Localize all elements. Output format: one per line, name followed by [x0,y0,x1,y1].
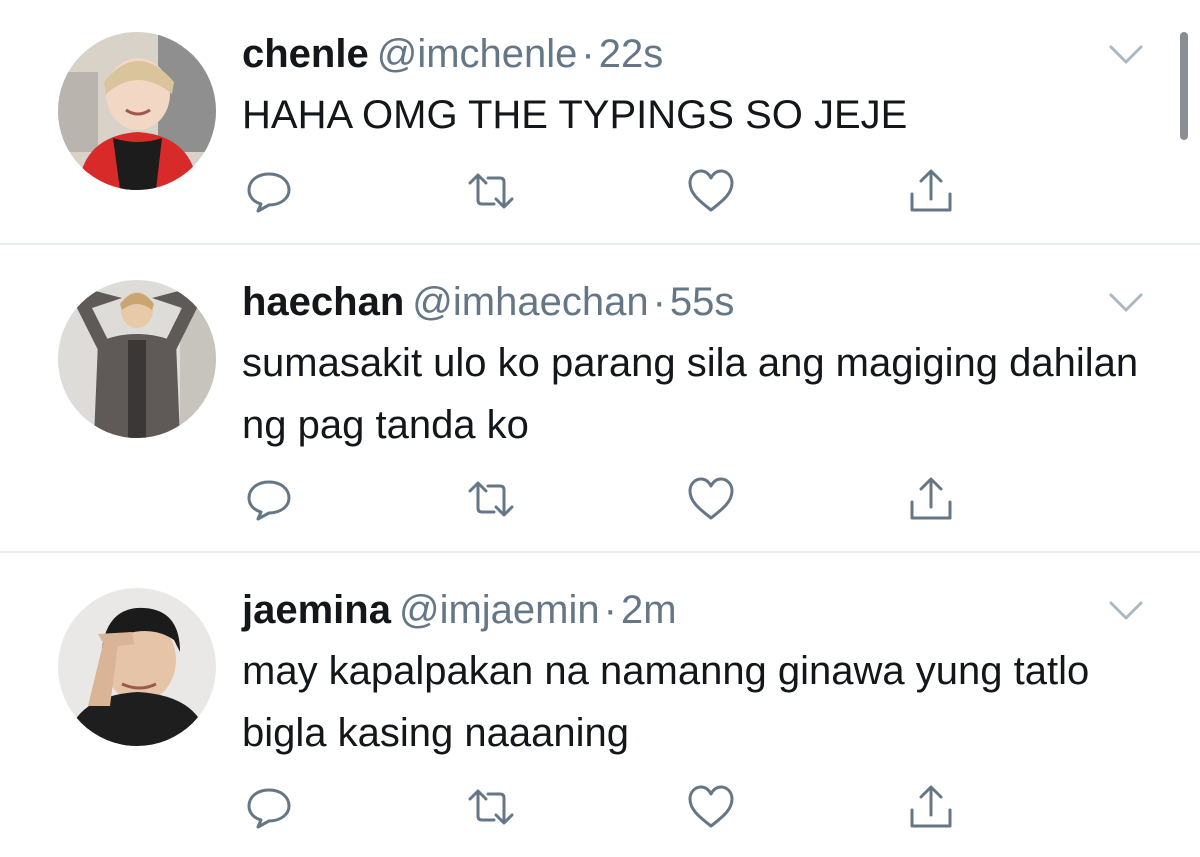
like-icon [688,477,734,520]
like-button[interactable] [686,166,736,216]
reply-icon [247,788,291,829]
share-icon [910,785,952,828]
reply-button[interactable] [244,166,294,216]
user-handle[interactable]: @imjaemin [399,588,600,632]
retweet-button[interactable] [466,474,516,524]
share-icon [910,169,952,212]
display-name[interactable]: jaemina [242,588,391,632]
scrollbar[interactable] [1180,32,1188,140]
tweet-text: HAHA OMG THE TYPINGS SO JEJE [242,93,908,137]
avatar-photo [58,280,216,438]
share-button[interactable] [906,474,956,524]
retweet-button[interactable] [466,166,516,216]
avatar[interactable] [58,280,216,438]
chevron-down-icon[interactable] [1108,600,1144,622]
tweet-header: chenle @imchenle · 22s [242,30,663,78]
separator-dot: · [581,32,595,76]
tweet-text: sumasakit ulo ko parang sila ang magigin… [242,341,1139,447]
share-icon [910,477,952,520]
separator-dot: · [652,280,666,324]
reply-icon [247,172,291,213]
timestamp[interactable]: 22s [599,32,664,76]
like-icon [688,169,734,212]
tweet-text: may kapalpakan na namanng ginawa yung ta… [242,649,1090,755]
tweet[interactable]: jaemina @imjaemin · 2m may kapalpakan na na… [0,552,1200,857]
tweet[interactable]: chenle @imchenle · 22s HAHA OMG THE TYPINGS… [0,0,1200,244]
avatar[interactable] [58,588,216,746]
separator-dot: · [603,588,617,632]
retweet-icon [468,173,514,209]
tweet-actions [0,782,1200,832]
timestamp[interactable]: 2m [621,588,677,632]
avatar-photo [58,588,216,746]
chevron-down-icon[interactable] [1108,44,1144,66]
share-button[interactable] [906,782,956,832]
share-button[interactable] [906,166,956,216]
timestamp[interactable]: 55s [670,280,735,324]
timeline: chenle @imchenle · 22s HAHA OMG THE TYPINGS… [0,0,1200,857]
tweet[interactable]: haechan @imhaechan · 55s sumasakit ulo ko p… [0,244,1200,552]
reply-button[interactable] [244,782,294,832]
like-button[interactable] [686,782,736,832]
retweet-icon [468,481,514,517]
like-icon [688,785,734,828]
retweet-button[interactable] [466,782,516,832]
tweet-header: jaemina @imjaemin · 2m [242,586,677,634]
tweet-actions [0,474,1200,524]
retweet-icon [468,789,514,825]
tweet-actions [0,166,1200,216]
user-handle[interactable]: @imhaechan [412,280,648,324]
tweet-header: haechan @imhaechan · 55s [242,278,734,326]
display-name[interactable]: haechan [242,280,404,324]
reply-button[interactable] [244,474,294,524]
reply-icon [247,480,291,521]
like-button[interactable] [686,474,736,524]
display-name[interactable]: chenle [242,32,369,76]
chevron-down-icon[interactable] [1108,292,1144,314]
user-handle[interactable]: @imchenle [377,32,578,76]
